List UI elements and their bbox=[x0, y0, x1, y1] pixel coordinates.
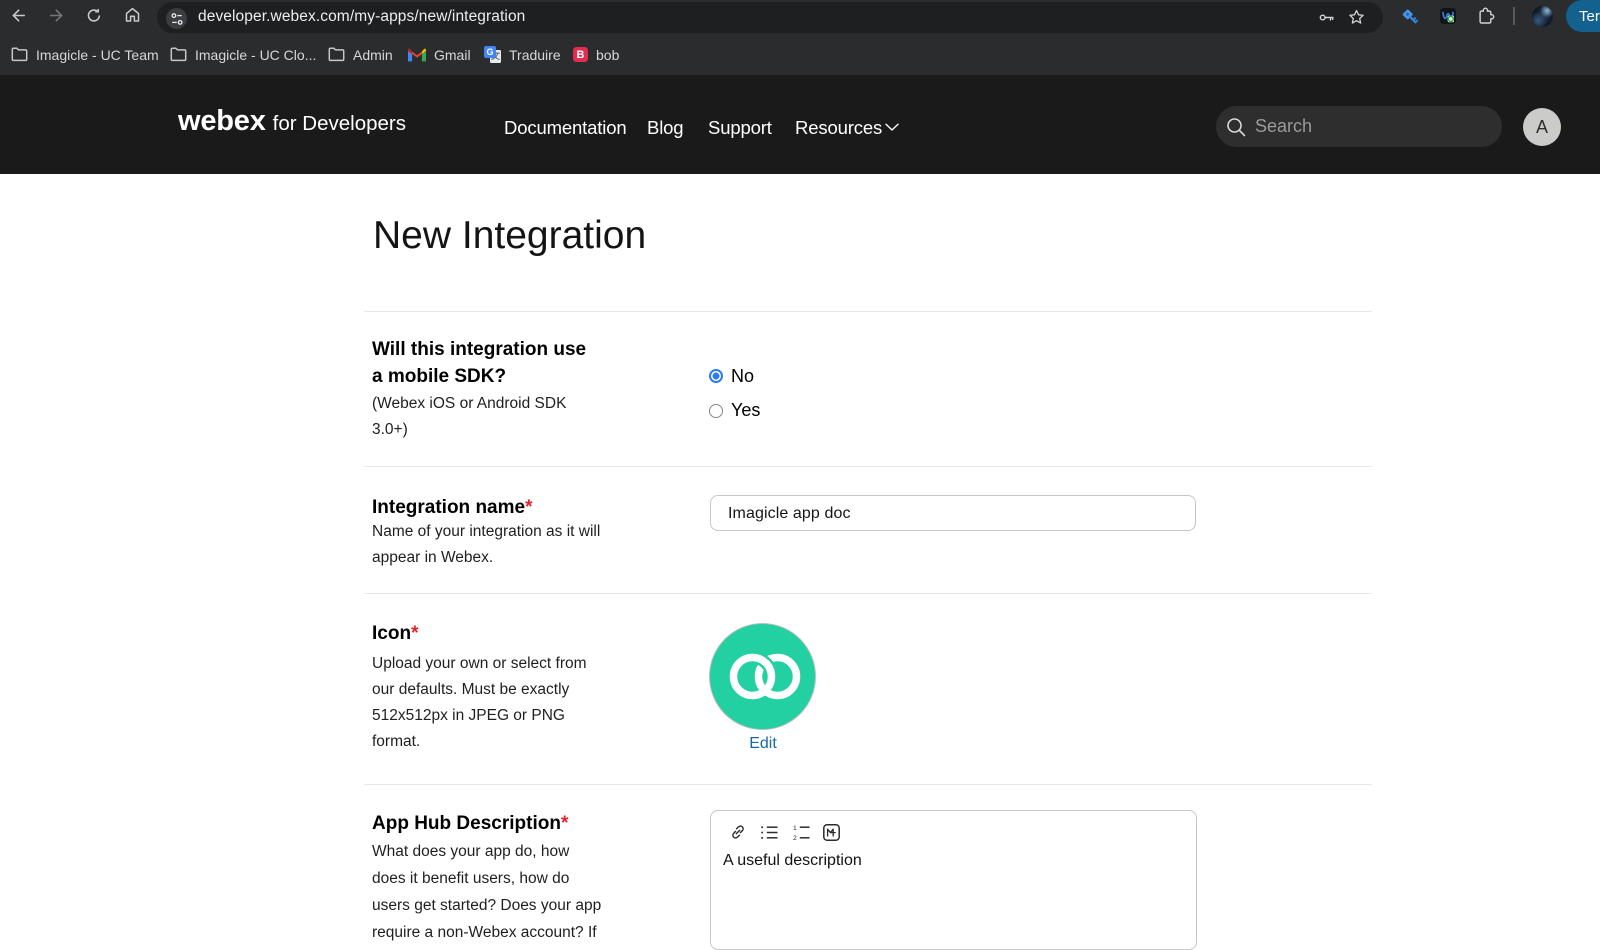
svg-text:1: 1 bbox=[793, 825, 797, 832]
svg-text:2: 2 bbox=[793, 835, 797, 840]
